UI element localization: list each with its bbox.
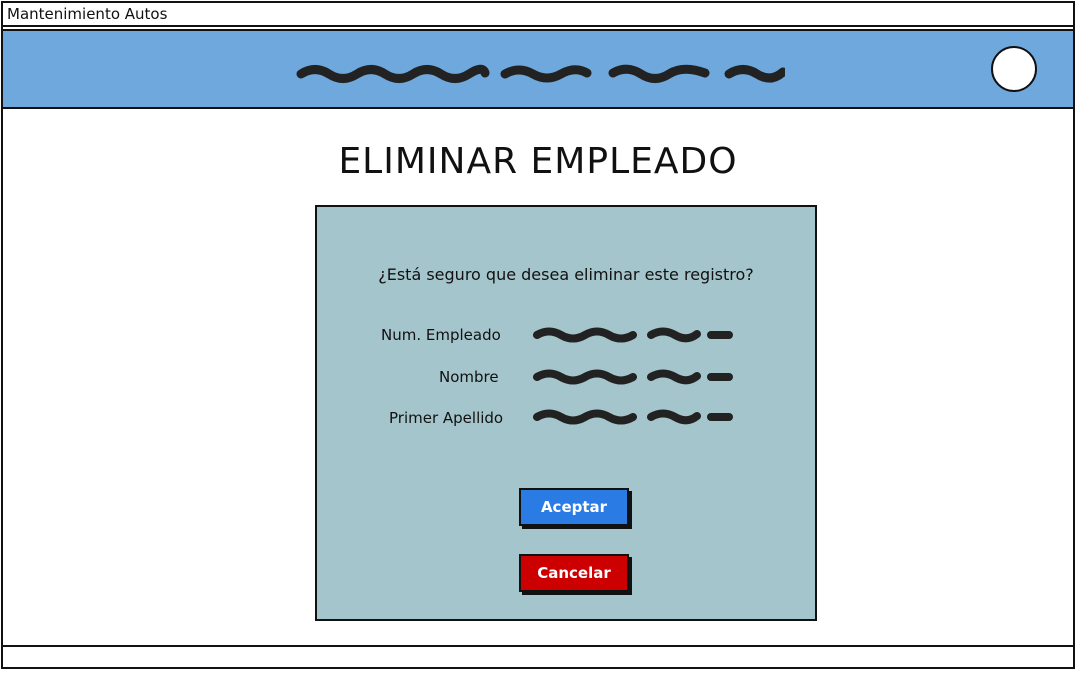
- user-avatar[interactable]: [991, 46, 1037, 92]
- page-title: ELIMINAR EMPLEADO: [338, 141, 738, 182]
- footer-bar: [3, 645, 1073, 667]
- cancel-button[interactable]: Cancelar: [519, 554, 629, 592]
- window-titlebar: Mantenimiento Autos: [3, 3, 1073, 27]
- header-banner: [3, 29, 1073, 109]
- accept-button[interactable]: Aceptar: [519, 488, 629, 526]
- window-title: Mantenimiento Autos: [7, 5, 168, 23]
- delete-confirmation-panel: ¿Está seguro que desea eliminar este reg…: [315, 205, 817, 621]
- confirmation-question: ¿Está seguro que desea eliminar este reg…: [378, 265, 754, 284]
- field-label-name: Nombre: [439, 368, 499, 386]
- employee-number-value-scribble: [533, 327, 733, 343]
- app-window: Mantenimiento Autos ELIMINAR EMPLEADO ¿E…: [1, 1, 1075, 669]
- field-label-first-surname: Primer Apellido: [389, 409, 504, 427]
- name-value-scribble: [533, 369, 733, 385]
- field-label-employee-number: Num. Empleado: [381, 326, 501, 344]
- first-surname-value-scribble: [533, 409, 733, 425]
- header-placeholder-scribble: [296, 64, 785, 83]
